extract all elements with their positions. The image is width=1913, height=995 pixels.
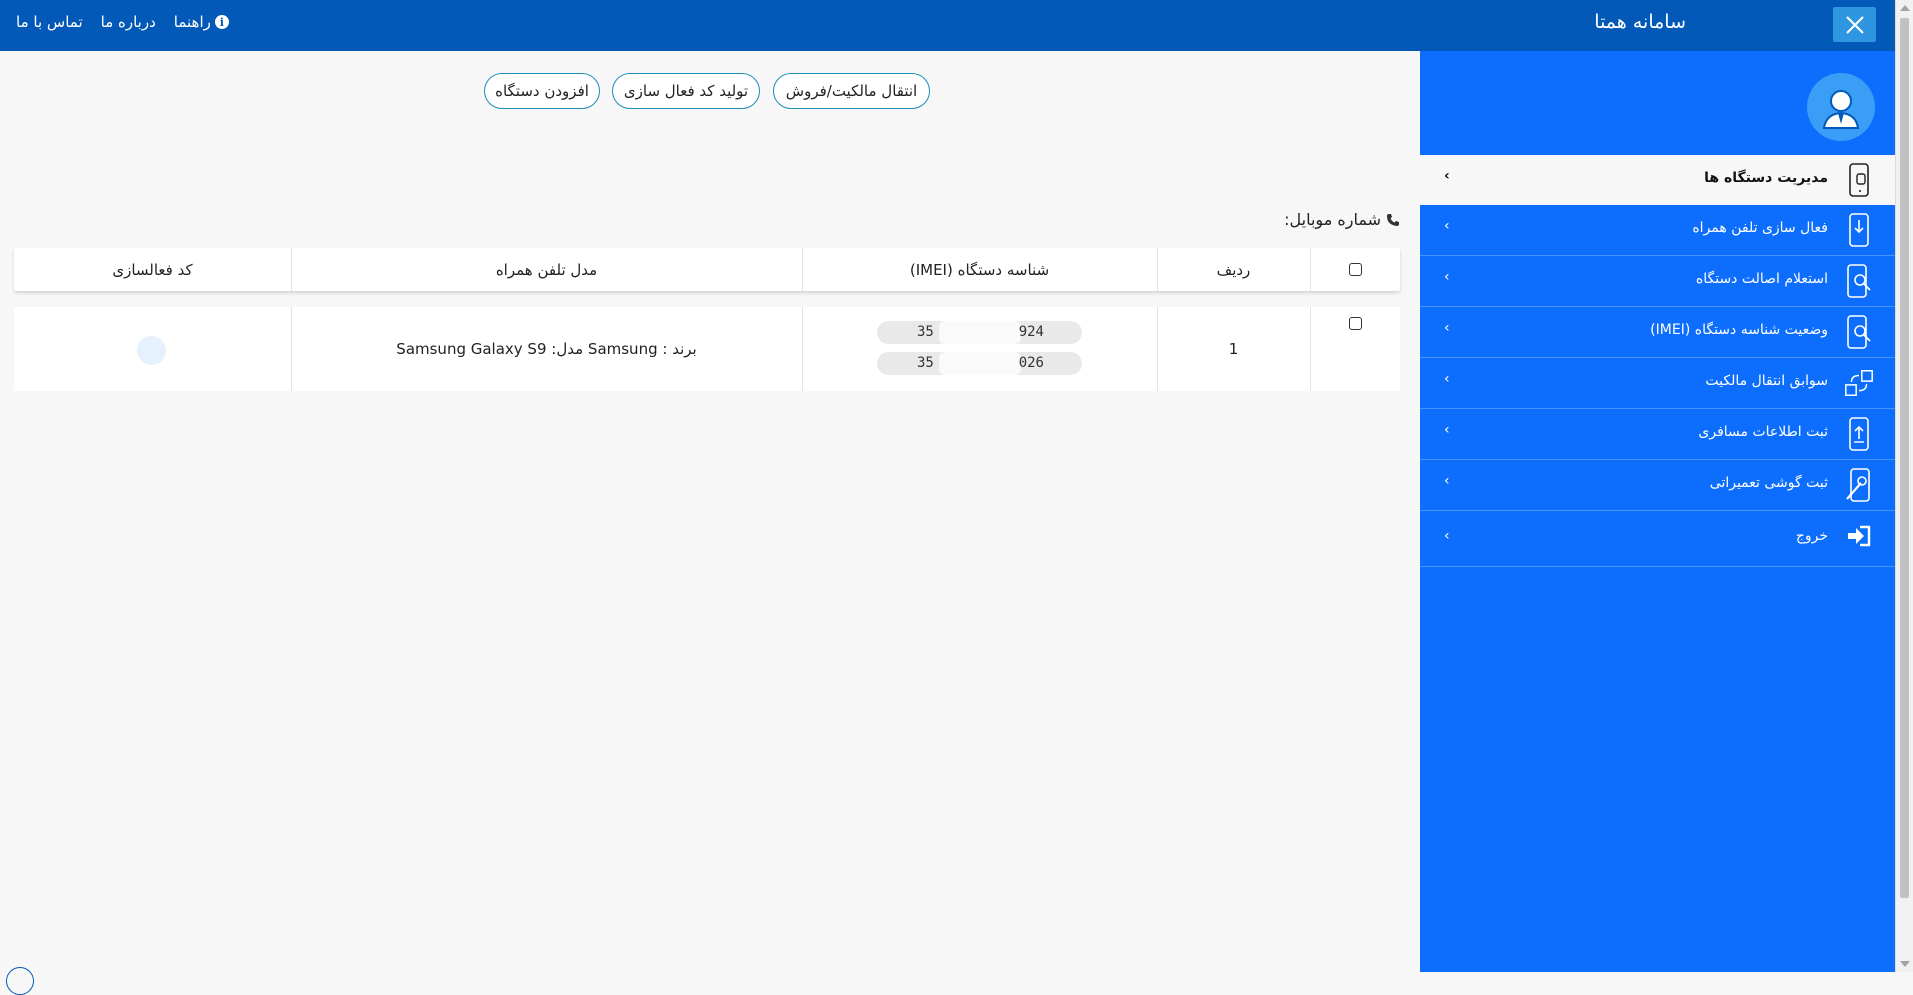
phone-download-icon xyxy=(1843,213,1875,247)
generate-activation-code-button[interactable]: تولید کد فعال سازی xyxy=(612,73,760,109)
mobile-number-label: شماره موبایل: xyxy=(1284,210,1400,229)
sidebar-item-activation[interactable]: فعال سازی تلفن همراه › xyxy=(1420,205,1895,256)
select-all-cell xyxy=(1310,248,1400,291)
chevron-icon: › xyxy=(1444,528,1450,544)
header-imei: شناسه دستگاه (IMEI) xyxy=(909,260,1050,279)
imei-2-start: 35 xyxy=(917,355,934,371)
info-icon: i xyxy=(214,15,229,29)
top-links: i راهنما درباره ما تماس با ما xyxy=(16,13,229,31)
scroll-thumb[interactable] xyxy=(1900,18,1909,898)
help-link[interactable]: i راهنما xyxy=(174,13,229,31)
sidebar-item-label: ثبت گوشی تعمیراتی xyxy=(1709,475,1828,491)
table-row: 1 35 924 35 026 برند : Samsung مدل: Sams… xyxy=(14,307,1400,391)
sidebar-item-imei-status[interactable]: وضعیت شناسه دستگاه (IMEI) › xyxy=(1420,307,1895,358)
page-scrollbar[interactable] xyxy=(1895,0,1913,972)
header-activation-code: کد فعالسازی xyxy=(112,260,193,279)
column-divider xyxy=(291,307,292,391)
app-title: سامانه همتا xyxy=(1594,11,1686,33)
devices-table-header: ردیف شناسه دستگاه (IMEI) مدل تلفن همراه … xyxy=(14,248,1400,291)
column-divider xyxy=(1310,248,1311,291)
column-divider xyxy=(1157,307,1158,391)
chevron-icon: › xyxy=(1444,371,1450,387)
chevron-icon: › xyxy=(1444,218,1450,234)
accessibility-widget[interactable] xyxy=(6,967,34,995)
scroll-up-icon[interactable] xyxy=(1900,5,1910,11)
sidebar-item-transfer-history[interactable]: سوابق انتقال مالکیت › xyxy=(1420,358,1895,409)
sidebar-item-authenticity[interactable]: استعلام اصالت دستگاه › xyxy=(1420,256,1895,307)
help-link-label: راهنما xyxy=(173,13,211,31)
phone-search-icon xyxy=(1843,315,1875,349)
imei-cell: 35 924 35 026 xyxy=(802,307,1157,391)
row-index: 1 xyxy=(1228,340,1239,358)
imei-value-1: 35 924 xyxy=(877,321,1082,344)
sidebar-item-label: ثبت اطلاعات مسافری xyxy=(1698,424,1828,440)
phone-upload-icon xyxy=(1843,417,1875,451)
sidebar-item-label: فعال سازی تلفن همراه xyxy=(1692,220,1828,236)
activation-code-indicator[interactable] xyxy=(137,336,166,365)
mobile-number-text: شماره موبایل: xyxy=(1284,210,1381,229)
transfer-ownership-button[interactable]: انتقال مالکیت/فروش xyxy=(773,73,930,109)
avatar[interactable] xyxy=(1807,73,1875,141)
column-divider xyxy=(1310,307,1311,391)
chevron-icon: › xyxy=(1444,168,1450,184)
header-model: مدل تلفن همراه xyxy=(495,260,598,279)
about-link[interactable]: درباره ما xyxy=(101,13,156,31)
chevron-icon: › xyxy=(1444,473,1450,489)
imei-2-end: 026 xyxy=(1018,355,1044,371)
transfer-icon xyxy=(1843,366,1875,400)
phone-search-icon xyxy=(1843,264,1875,298)
sidebar-item-label: وضعیت شناسه دستگاه (IMEI) xyxy=(1650,322,1828,338)
column-divider xyxy=(802,307,803,391)
phone-repair-icon xyxy=(1843,468,1875,502)
imei-1-end: 924 xyxy=(1018,324,1044,340)
contact-link[interactable]: تماس با ما xyxy=(16,13,83,31)
chevron-icon: › xyxy=(1444,422,1450,438)
add-device-button[interactable]: افزودن دستگاه xyxy=(484,73,600,109)
top-bar: سامانه همتا i راهنما درباره ما تماس با م… xyxy=(0,0,1895,51)
phone-icon xyxy=(1387,213,1399,226)
sidebar-item-label: خروج xyxy=(1795,528,1828,544)
user-avatar-icon xyxy=(1822,90,1860,129)
sidebar-item-label: مدیریت دستگاه ها xyxy=(1704,170,1828,186)
chevron-icon: › xyxy=(1444,320,1450,336)
chevron-icon: › xyxy=(1444,269,1450,285)
imei-value-2: 35 026 xyxy=(877,352,1082,375)
row-select-cell xyxy=(1310,307,1400,391)
imei-1-start: 35 xyxy=(917,324,934,340)
sidebar-item-travel-info[interactable]: ثبت اطلاعات مسافری › xyxy=(1420,409,1895,460)
column-divider xyxy=(1157,248,1158,291)
column-divider xyxy=(802,248,803,291)
sidebar-item-exit[interactable]: خروج › xyxy=(1420,511,1895,567)
select-all-checkbox[interactable] xyxy=(1348,263,1362,276)
sidebar-menu: مدیریت دستگاه ها › فعال سازی تلفن همراه … xyxy=(1420,155,1895,567)
imei-mask xyxy=(939,352,1021,375)
sidebar-item-device-management[interactable]: مدیریت دستگاه ها › xyxy=(1420,155,1895,205)
sidebar-item-repair-phone[interactable]: ثبت گوشی تعمیراتی › xyxy=(1420,460,1895,511)
activation-code-cell xyxy=(14,307,291,391)
exit-icon xyxy=(1843,519,1875,553)
sidebar-item-label: استعلام اصالت دستگاه xyxy=(1695,271,1828,287)
model-cell: برند : Samsung مدل: Samsung Galaxy S9 xyxy=(396,340,697,358)
scroll-down-icon[interactable] xyxy=(1900,961,1910,967)
column-divider xyxy=(291,248,292,291)
phone-manage-icon xyxy=(1843,163,1875,197)
close-icon xyxy=(1845,15,1864,34)
sidebar-item-label: سوابق انتقال مالکیت xyxy=(1705,373,1828,389)
close-button[interactable] xyxy=(1833,7,1876,42)
header-row: ردیف xyxy=(1216,260,1251,279)
sidebar: مدیریت دستگاه ها › فعال سازی تلفن همراه … xyxy=(1420,51,1895,972)
imei-mask xyxy=(939,321,1021,344)
row-checkbox[interactable] xyxy=(1348,317,1362,330)
